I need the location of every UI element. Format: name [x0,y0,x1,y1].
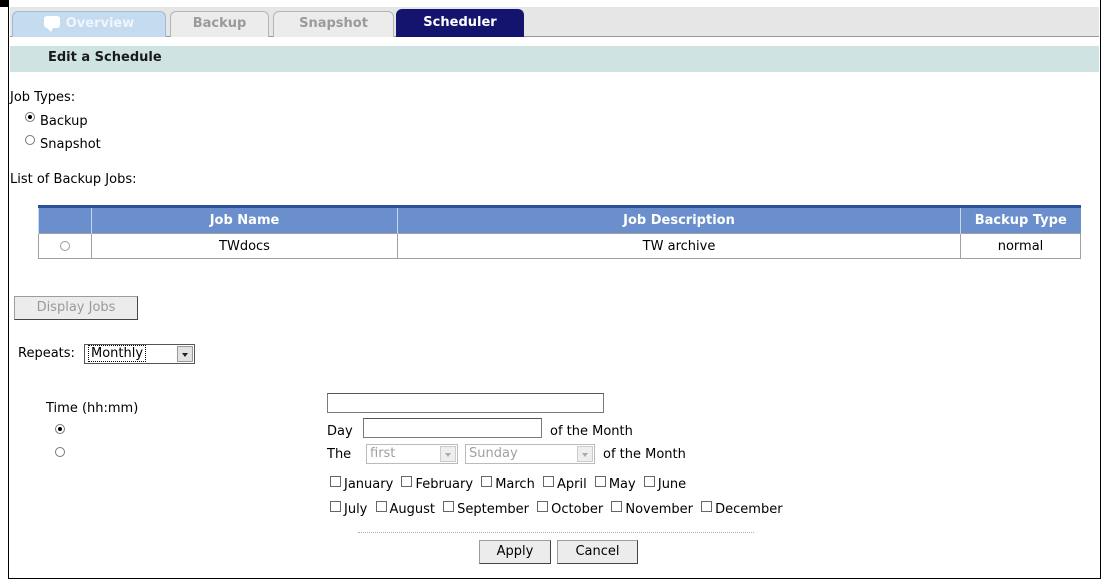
weekday-of-month-radio[interactable] [55,447,65,457]
months-row-1: January February March April May June [330,476,690,492]
month-july-checkbox[interactable] [330,501,341,512]
ordinal-select-value: first [370,446,396,461]
backup-jobs-table: Job Name Job Description Backup Type TWd… [38,205,1081,259]
ordinal-select[interactable]: first [366,444,458,464]
month-june-label: June [657,477,687,492]
day-suffix-label: of the Month [550,424,633,439]
the-suffix-label: of the Month [603,447,686,462]
section-title-bar: Edit a Schedule [10,46,1099,72]
page-title: Edit a Schedule [48,50,162,65]
select-column-header [38,205,92,234]
month-august[interactable]: August [375,501,436,517]
month-september-checkbox[interactable] [443,501,455,512]
backup-type-cell: normal [960,233,1081,259]
month-august-checkbox[interactable] [375,501,387,512]
time-label: Time (hh:mm) [46,401,139,416]
time-input[interactable] [327,393,604,413]
job-types-label: Job Types: [10,90,76,105]
job-type-backup-label: Backup [40,114,88,129]
month-march-label: March [495,477,535,492]
month-january[interactable]: January [330,476,393,492]
month-may-checkbox[interactable] [594,476,606,487]
list-backup-jobs-label: List of Backup Jobs: [10,172,137,187]
job-name-column-header: Job Name [91,205,398,234]
tab-scheduler-label: Scheduler [423,15,497,30]
day-input[interactable] [363,418,542,438]
job-type-snapshot-label: Snapshot [40,137,101,152]
month-december-label: December [715,502,783,517]
month-march[interactable]: March [481,476,535,492]
month-october[interactable]: October [537,501,603,517]
apply-button[interactable]: Apply [479,540,551,564]
months-row-2: July August September October November D… [330,501,787,517]
tab-backup[interactable]: Backup [170,11,269,37]
month-january-checkbox[interactable] [330,476,341,487]
tab-overview[interactable]: Overview [12,11,166,37]
tab-bar: Overview Backup Snapshot Scheduler [10,7,1099,37]
chat-bubble-icon [43,16,60,32]
month-november-checkbox[interactable] [611,501,623,512]
month-february-label: February [415,477,474,492]
month-february-checkbox[interactable] [401,476,413,487]
job-name-cell: TWdocs [91,233,398,259]
weekday-select-value: Sunday [469,446,518,461]
chevron-down-icon [577,446,593,462]
month-september[interactable]: September [443,501,529,517]
month-april-checkbox[interactable] [542,476,554,487]
month-july-label: July [344,502,368,517]
month-july[interactable]: July [330,501,367,517]
month-august-label: August [389,502,436,517]
month-april[interactable]: April [542,476,587,492]
tab-overview-label: Overview [65,16,135,31]
day-of-month-radio[interactable] [55,424,65,434]
job-select-radio[interactable] [60,240,70,251]
tab-snapshot-label: Snapshot [299,16,368,31]
month-may-label: May [608,477,636,492]
chevron-down-icon [440,446,456,462]
backup-type-column-header: Backup Type [960,205,1081,234]
button-divider [358,532,754,533]
month-march-checkbox[interactable] [481,476,493,487]
month-october-checkbox[interactable] [537,501,549,512]
figure-frame [8,0,1101,579]
month-november[interactable]: November [611,501,693,517]
job-type-backup-radio[interactable] [25,112,35,122]
job-type-snapshot-radio[interactable] [25,135,35,145]
month-april-label: April [556,477,587,492]
tab-snapshot[interactable]: Snapshot [273,11,394,37]
table-header-row: Job Name Job Description Backup Type [38,205,1081,234]
cancel-button[interactable]: Cancel [557,540,638,564]
job-description-cell: TW archive [397,233,961,259]
month-october-label: October [551,502,604,517]
tab-backup-label: Backup [192,16,247,31]
weekday-select[interactable]: Sunday [465,444,595,464]
repeats-label: Repeats: [18,346,75,361]
table-row[interactable]: TWdocs TW archive normal [38,233,1081,259]
month-january-label: January [344,477,394,492]
tab-scheduler[interactable]: Scheduler [396,9,524,37]
chevron-down-icon [177,346,193,362]
month-september-label: September [457,502,530,517]
month-february[interactable]: February [401,476,473,492]
row-select-cell [38,233,92,259]
repeats-select[interactable]: Monthly [84,344,195,364]
month-november-label: November [625,502,693,517]
month-december-checkbox[interactable] [701,501,713,512]
month-may[interactable]: May [594,476,636,492]
month-december[interactable]: December [701,501,783,517]
day-prefix-label: Day [327,424,353,439]
repeats-select-value: Monthly [88,345,147,362]
the-prefix-label: The [327,447,352,462]
month-june-checkbox[interactable] [643,476,655,487]
month-june[interactable]: June [643,476,687,492]
display-jobs-button[interactable]: Display Jobs [14,296,138,320]
job-description-column-header: Job Description [397,205,961,234]
